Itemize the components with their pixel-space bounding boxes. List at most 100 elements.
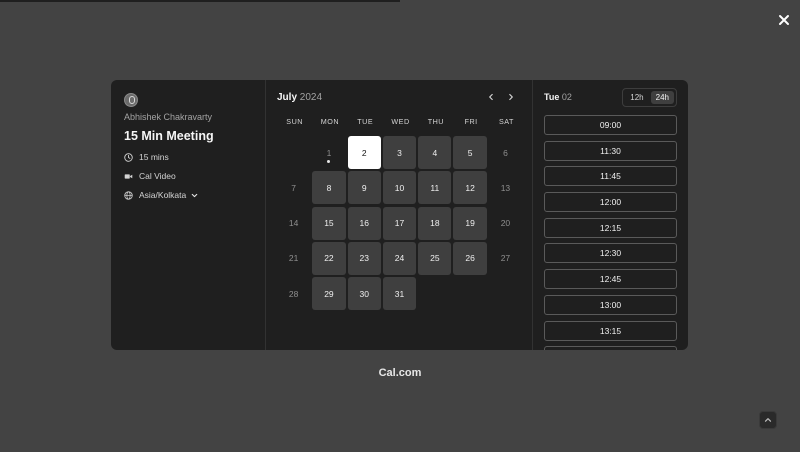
- day-cell[interactable]: 26: [453, 241, 487, 275]
- day-cell[interactable]: 16: [347, 206, 381, 240]
- day-number: 11: [430, 182, 440, 193]
- day-number: 15: [324, 218, 334, 229]
- event-meta-panel: Abhishek Chakravarty 15 Min Meeting 15 m…: [111, 80, 266, 350]
- day-number: 6: [503, 147, 508, 158]
- day-cell[interactable]: 10: [382, 171, 417, 205]
- weekday-row: SUN MON TUE WED THU FRI SAT: [277, 117, 521, 126]
- chevron-up-icon: [764, 418, 772, 422]
- day-number: 18: [430, 218, 440, 229]
- day-cell[interactable]: 24: [382, 241, 417, 275]
- selected-weekday: Tue: [544, 92, 560, 102]
- day-number: 12: [465, 182, 475, 193]
- weekday-label: SAT: [498, 117, 514, 126]
- day-cell[interactable]: 3: [382, 136, 417, 169]
- day-cell[interactable]: 23: [347, 241, 381, 275]
- time-slot-button[interactable]: 12:45: [544, 269, 677, 290]
- chevron-down-icon: [191, 193, 198, 197]
- time-slot-button[interactable]: 11:45: [544, 166, 677, 187]
- day-number: 3: [397, 147, 402, 158]
- date-picker: July 2024 SUN MON TUE WED THU FRI SAT 12345678…: [266, 80, 533, 350]
- day-cell[interactable]: 17: [382, 206, 417, 240]
- day-cell: 27: [489, 242, 522, 275]
- day-grid: 1 2 3 4 5 6 7 8 9 10 11 12 13 14 15 16 17 18 19 20 21 22 23 24 2…: [277, 136, 522, 311]
- time-slot-button[interactable]: 09:00: [544, 115, 677, 135]
- day-number: 21: [288, 253, 299, 264]
- duration-label: 15 mins: [139, 152, 169, 162]
- timezone-label: Asia/Kolkata: [139, 190, 187, 200]
- time-slot-button[interactable]: 11:30: [544, 140, 677, 161]
- day-number: 20: [500, 218, 511, 229]
- brand-logo: Cal.com: [378, 367, 422, 379]
- day-cell: 13: [489, 171, 522, 204]
- day-cell: 14: [277, 207, 310, 240]
- weekday-label: THU: [427, 117, 444, 126]
- time-slot-button[interactable]: 13:15: [544, 320, 677, 341]
- prev-month-button[interactable]: [484, 90, 498, 104]
- avatar: [124, 93, 138, 107]
- day-cell[interactable]: 29: [312, 277, 346, 311]
- day-number: 24: [394, 253, 405, 264]
- day-number: 9: [361, 182, 367, 193]
- event-owner: Abhishek Chakravarty: [124, 112, 213, 122]
- month-year-label: July 2024: [277, 92, 322, 103]
- format-24h-button[interactable]: 24h: [650, 90, 674, 104]
- year-label: 2024: [299, 91, 323, 103]
- format-12h-button[interactable]: 12h: [625, 91, 648, 104]
- day-cell[interactable]: 9: [347, 171, 381, 205]
- progress-line: [0, 0, 400, 2]
- day-number: 8: [326, 182, 332, 193]
- day-cell: 28: [277, 277, 310, 310]
- time-slot-button[interactable]: 13:00: [544, 294, 677, 315]
- location-label: Cal Video: [139, 171, 176, 181]
- weekday-label: SUN: [286, 117, 303, 126]
- day-cell: 1: [312, 136, 345, 169]
- day-cell[interactable]: 8: [312, 171, 346, 205]
- today-indicator: [327, 160, 331, 163]
- video-camera-icon: [124, 173, 133, 179]
- day-number: 25: [430, 253, 440, 264]
- time-slot-button[interactable]: 12:00: [544, 192, 677, 213]
- day-number: 5: [467, 147, 473, 158]
- day-cell: 6: [489, 136, 522, 169]
- clock-icon: [124, 152, 133, 162]
- day-cell[interactable]: 11: [418, 171, 452, 205]
- time-slot-button[interactable]: 12:30: [544, 243, 677, 264]
- next-month-button[interactable]: [504, 90, 518, 104]
- day-cell[interactable]: 15: [312, 206, 346, 240]
- time-slot-button-partial[interactable]: [544, 346, 677, 350]
- calendar-header: July 2024: [277, 91, 521, 103]
- day-cell[interactable]: 18: [418, 206, 452, 240]
- time-slots-panel: Tue 02 12h 24h 09:00 11:30 11:45 12:00 12:15…: [533, 80, 688, 350]
- chevron-left-icon: [489, 93, 493, 101]
- event-duration: 15 mins: [124, 152, 252, 162]
- day-cell[interactable]: 22: [312, 241, 346, 275]
- chevron-right-icon: [509, 93, 513, 101]
- time-slot-button[interactable]: 12:15: [544, 217, 677, 238]
- day-number: 29: [324, 288, 334, 299]
- empty-day-cell: [277, 136, 310, 169]
- weekday-label: FRI: [464, 117, 478, 126]
- day-number: 16: [359, 218, 369, 229]
- day-cell: 21: [277, 242, 310, 275]
- time-slot-list: 09:00 11:30 11:45 12:00 12:15 12:30 12:45 13:00…: [544, 115, 677, 350]
- day-number: 22: [324, 253, 334, 264]
- day-cell[interactable]: 30: [347, 277, 381, 311]
- timezone-select[interactable]: Asia/Kolkata: [124, 190, 252, 200]
- day-cell[interactable]: 5: [453, 136, 487, 169]
- day-cell: 7: [277, 171, 310, 204]
- day-cell[interactable]: 19: [453, 206, 487, 240]
- weekday-label: WED: [391, 117, 410, 126]
- weekday-label: MON: [320, 117, 340, 126]
- day-number: 10: [394, 182, 405, 193]
- close-button[interactable]: [775, 11, 793, 29]
- day-cell[interactable]: 12: [453, 171, 487, 205]
- day-cell-selected[interactable]: 2: [347, 136, 381, 169]
- day-cell[interactable]: 31: [382, 277, 417, 311]
- day-number: 26: [465, 253, 475, 264]
- scroll-top-button[interactable]: [759, 411, 777, 429]
- event-location: Cal Video: [124, 171, 252, 181]
- day-cell[interactable]: 25: [418, 241, 452, 275]
- month-label: July: [277, 91, 298, 103]
- day-cell[interactable]: 4: [418, 136, 452, 169]
- event-title: 15 Min Meeting: [124, 129, 214, 143]
